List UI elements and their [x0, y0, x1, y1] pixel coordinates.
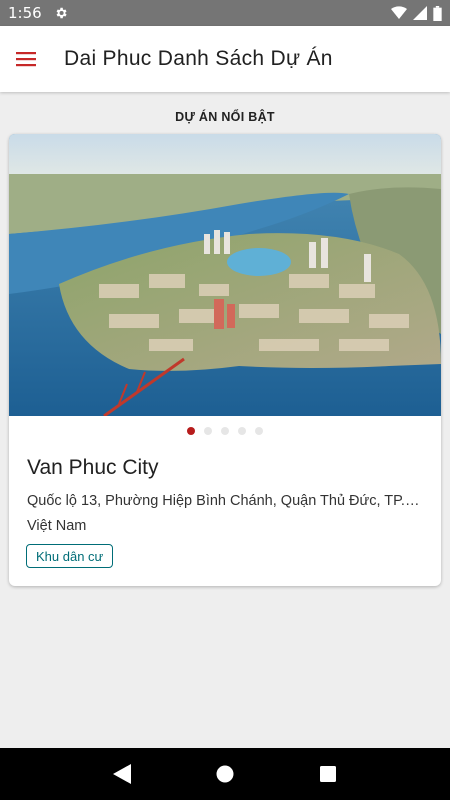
recents-button[interactable]: [313, 759, 343, 789]
carousel-dot-1[interactable]: [187, 427, 195, 435]
carousel-indicator: [9, 427, 441, 435]
status-time: 1:56: [8, 4, 42, 22]
project-name: Van Phuc City: [27, 456, 159, 479]
project-address-line: Quốc lộ 13, Phường Hiệp Bình Chánh, Quận…: [27, 493, 420, 509]
page-title: Dai Phuc Danh Sách Dự Án: [64, 47, 333, 70]
system-nav-bar: [0, 748, 450, 800]
gear-icon: [56, 7, 67, 19]
carousel-dot-2[interactable]: [204, 427, 212, 435]
project-type-tag[interactable]: Khu dân cư: [26, 544, 114, 568]
aerial-city-river-image[interactable]: [9, 134, 441, 416]
battery-icon: [433, 5, 442, 21]
wifi-icon: [391, 6, 407, 19]
project-card[interactable]: Van Phuc City Quốc lộ 13, Phường Hiệp Bì…: [9, 134, 441, 586]
signal-icon: [413, 6, 427, 20]
carousel-dot-3[interactable]: [221, 427, 229, 435]
project-address: Quốc lộ 13, Phường Hiệp Bình Chánh, Quận…: [27, 489, 427, 539]
status-bar: 1:56: [0, 0, 450, 26]
app-bar: Dai Phuc Danh Sách Dự Án: [0, 26, 450, 92]
back-triangle-icon: [112, 764, 131, 784]
carousel-dot-4[interactable]: [238, 427, 246, 435]
recents-square-icon: [320, 766, 337, 782]
carousel-dot-5[interactable]: [255, 427, 263, 435]
hamburger-menu-icon: [16, 52, 36, 67]
home-button[interactable]: [210, 759, 240, 789]
home-circle-icon: [216, 765, 234, 783]
back-button[interactable]: [107, 759, 137, 789]
project-country: Việt Nam: [27, 518, 87, 534]
menu-button[interactable]: [0, 26, 54, 92]
section-title: DỰ ÁN NỔI BẬT: [175, 110, 275, 124]
